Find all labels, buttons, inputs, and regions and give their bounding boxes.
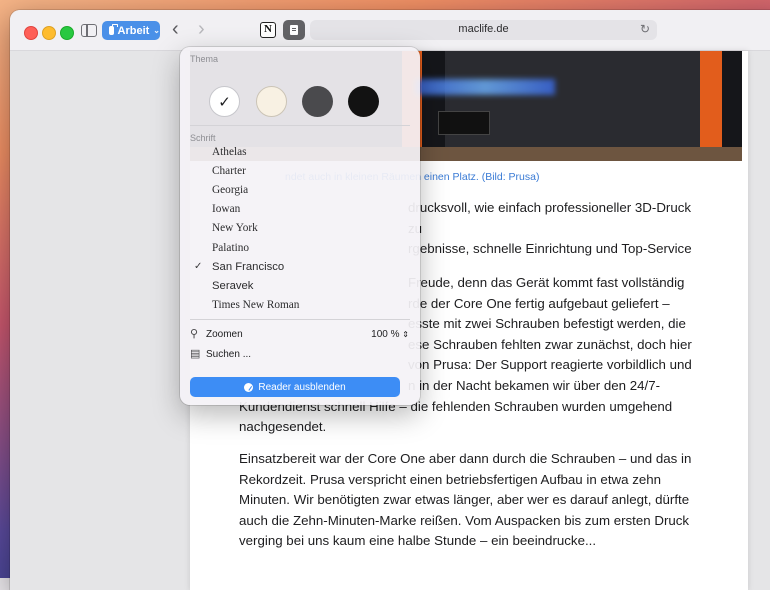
paragraph-line: Minuten. Wir benötigten zwar etwas länge… bbox=[239, 492, 690, 508]
paragraph-line: nachgesendet. bbox=[239, 419, 327, 435]
checkmark-icon: ✓ bbox=[218, 94, 231, 111]
briefcase-icon bbox=[109, 24, 118, 35]
paragraph-line: drucksvoll, wie einfach professioneller … bbox=[408, 200, 692, 236]
font-option-palatino[interactable]: Palatino bbox=[212, 242, 249, 254]
font-option-charter[interactable]: Charter bbox=[212, 165, 246, 177]
close-window-button[interactable] bbox=[24, 26, 38, 40]
divider bbox=[190, 319, 410, 320]
zoom-magnifier-icon: ⚲ bbox=[190, 328, 199, 340]
checkmark-icon: ✓ bbox=[194, 261, 203, 272]
article-paragraph-3: Einsatzbereit war der Core One aber dann… bbox=[239, 449, 709, 552]
font-option-iowan[interactable]: Iowan bbox=[212, 203, 240, 215]
url-text: maclife.de bbox=[458, 23, 509, 35]
search-in-page-item[interactable]: Suchen ... bbox=[206, 349, 251, 360]
hide-reader-label: Reader ausblenden bbox=[258, 381, 346, 393]
sidebar-toggle-icon[interactable] bbox=[81, 24, 97, 37]
font-option-times-new-roman[interactable]: Times New Roman bbox=[212, 299, 299, 311]
find-icon: ▤ bbox=[190, 348, 201, 360]
fullscreen-window-button[interactable] bbox=[60, 26, 74, 40]
reader-icon bbox=[290, 25, 298, 35]
paragraph-line: Rekordzeit. Prusa verspricht einen betri… bbox=[239, 471, 662, 487]
forward-arrow-icon[interactable]: › bbox=[198, 19, 205, 39]
paragraph-line: Einsatzbereit war der Core One aber dann… bbox=[239, 451, 692, 466]
address-bar[interactable]: maclife.de ↻ bbox=[310, 20, 657, 40]
font-section-label: Schrift bbox=[190, 133, 216, 143]
paragraph-line: auch die Zehn-Minuten-Marke reißen. Vom … bbox=[239, 512, 690, 528]
theme-black-swatch[interactable] bbox=[348, 86, 379, 117]
paragraph-line: verging bei uns kaum eine halbe Stunde –… bbox=[239, 533, 597, 549]
article-paragraph-1: drucksvoll, wie einfach professioneller … bbox=[408, 198, 708, 260]
font-option-san-francisco[interactable]: San Francisco bbox=[212, 261, 284, 273]
tab-group-label: Arbeit bbox=[117, 24, 150, 37]
tab-group-button[interactable]: Arbeit ⌄ bbox=[102, 21, 160, 40]
chevron-down-icon: ⌄ bbox=[153, 26, 160, 35]
reload-icon[interactable]: ↻ bbox=[640, 22, 650, 36]
reader-settings-popover: Thema ✓ Schrift Athelas Charter Georgia … bbox=[180, 47, 420, 405]
zoom-value: 100 % bbox=[371, 329, 400, 340]
notion-extension-icon[interactable]: N bbox=[260, 22, 276, 38]
theme-gray-swatch[interactable] bbox=[302, 86, 333, 117]
zoom-label: Zoomen bbox=[206, 329, 243, 340]
hide-reader-button[interactable]: Reader ausblenden bbox=[190, 377, 400, 397]
back-arrow-icon[interactable]: ‹ bbox=[172, 19, 179, 39]
font-option-seravek[interactable]: Seravek bbox=[212, 280, 253, 292]
theme-white-swatch[interactable]: ✓ bbox=[209, 86, 240, 117]
theme-sepia-swatch[interactable] bbox=[256, 86, 287, 117]
theme-section-label: Thema bbox=[190, 54, 219, 64]
toolbar: Arbeit ⌄ ‹ › N maclife.de ↻ bbox=[10, 10, 770, 51]
reader-mode-button[interactable] bbox=[283, 20, 305, 40]
font-option-new-york[interactable]: New York bbox=[212, 222, 258, 234]
compass-icon bbox=[244, 382, 254, 392]
safari-window: Arbeit ⌄ ‹ › N maclife.de ↻ ndet auch in… bbox=[10, 10, 770, 590]
up-down-chevron-icon: ⇕ bbox=[402, 330, 409, 339]
paragraph-line: rgebnisse, schnelle Einrichtung und Top-… bbox=[408, 241, 692, 257]
font-option-georgia[interactable]: Georgia bbox=[212, 184, 248, 196]
minimize-window-button[interactable] bbox=[42, 26, 56, 40]
font-option-athelas[interactable]: Athelas bbox=[212, 146, 247, 158]
divider bbox=[190, 125, 410, 126]
zoom-stepper[interactable]: 100 % ⇕ bbox=[371, 329, 409, 340]
